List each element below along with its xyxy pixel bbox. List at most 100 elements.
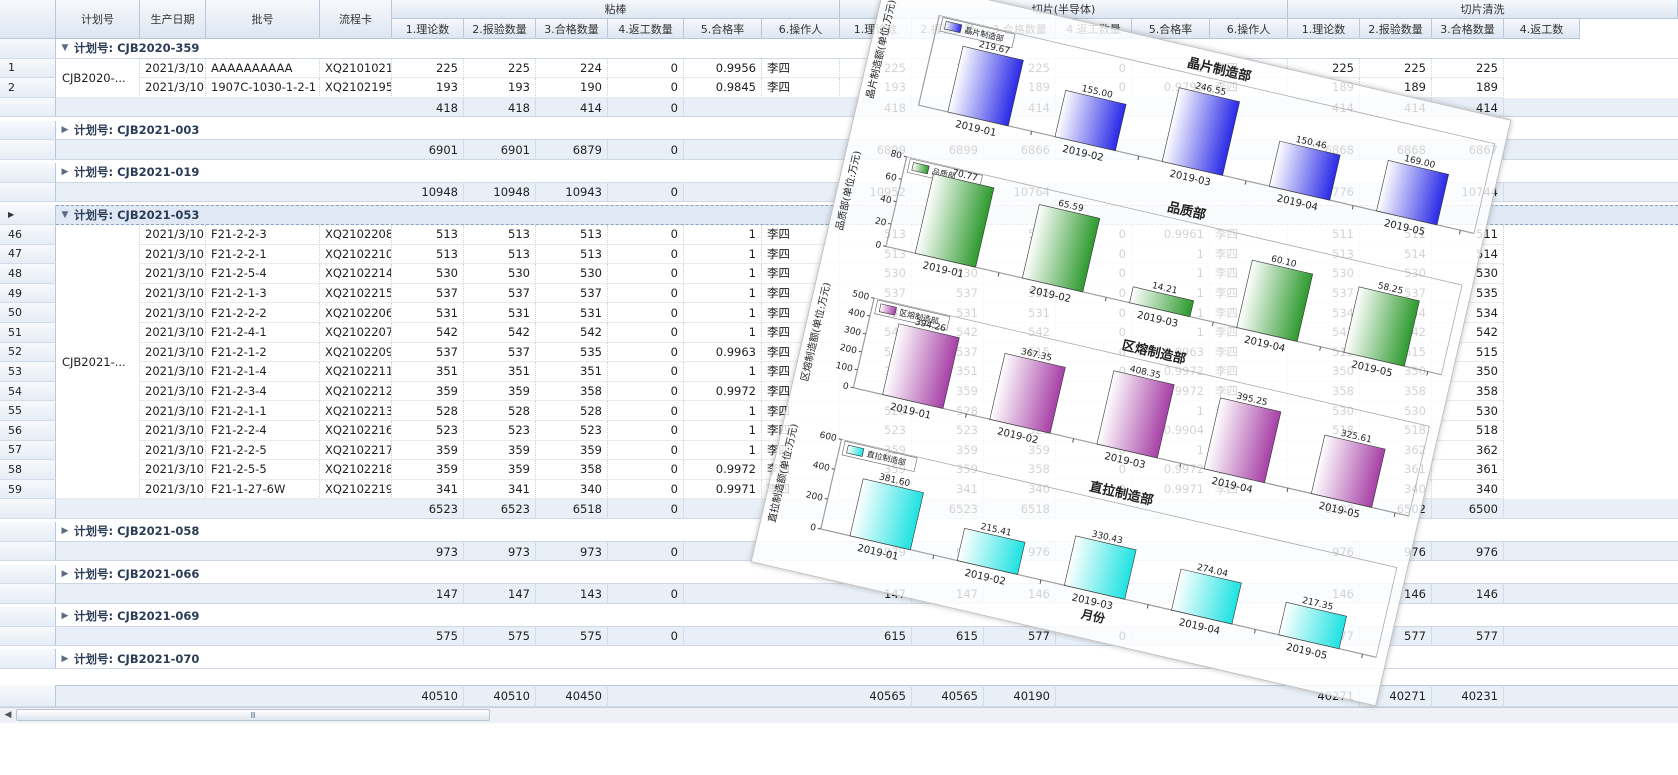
row-indicator[interactable] <box>0 39 56 59</box>
value-cell[interactable]: 513 <box>392 244 464 265</box>
value-cell[interactable]: 537 <box>392 283 464 304</box>
value-cell[interactable]: 1 <box>684 225 762 245</box>
row-number[interactable]: 55 <box>0 401 56 421</box>
value-cell[interactable]: 1 <box>684 323 762 343</box>
value-cell[interactable]: 1 <box>684 421 762 441</box>
value-cell[interactable]: 1 <box>684 440 762 461</box>
value-cell[interactable]: 189 <box>1432 78 1504 98</box>
date-cell[interactable]: 2021/3/10 <box>140 225 206 245</box>
operator-cell[interactable]: 李四 <box>762 58 840 79</box>
flow-card-cell[interactable]: XQ2102208 <box>320 225 392 245</box>
column-header-batch-no[interactable]: 批号 <box>206 0 320 39</box>
date-cell[interactable]: 2021/3/10 <box>140 244 206 265</box>
column-header-band1-5[interactable]: 5.合格率 <box>684 19 762 39</box>
flow-card-cell[interactable]: XQ2102207 <box>320 323 392 343</box>
value-cell[interactable]: 362 <box>1432 440 1504 461</box>
expand-chevron-icon[interactable]: ▶ <box>56 526 74 536</box>
date-cell[interactable]: 2021/3/10 <box>140 323 206 343</box>
batch-cell[interactable]: F21-2-4-1 <box>206 323 320 343</box>
row-indicator[interactable] <box>0 649 56 669</box>
date-cell[interactable]: 2021/3/10 <box>140 460 206 480</box>
flow-card-cell[interactable]: XQ2102213 <box>320 401 392 421</box>
value-cell[interactable]: 225 <box>1360 58 1432 79</box>
value-cell[interactable]: 513 <box>536 225 608 245</box>
date-cell[interactable]: 2021/3/10 <box>140 264 206 284</box>
row-indicator[interactable] <box>0 163 56 183</box>
expand-chevron-icon[interactable]: ▶ <box>56 569 74 579</box>
plan-no-merged-cell[interactable]: CJB2021-... <box>56 225 140 500</box>
flow-card-cell[interactable]: XQ2102209 <box>320 342 392 363</box>
row-number[interactable]: 58 <box>0 460 56 480</box>
row-indicator[interactable] <box>0 182 56 203</box>
expand-chevron-icon[interactable]: ▶ <box>56 125 74 135</box>
value-cell[interactable]: 1 <box>684 244 762 265</box>
value-cell[interactable]: 351 <box>464 362 536 382</box>
flow-card-cell[interactable]: XQ2101021 <box>320 58 392 79</box>
date-cell[interactable]: 2021/3/10 <box>140 401 206 421</box>
batch-cell[interactable]: F21-2-2-2 <box>206 303 320 323</box>
value-cell[interactable]: 193 <box>392 78 464 98</box>
value-cell[interactable]: 537 <box>536 283 608 304</box>
batch-cell[interactable]: F21-2-1-4 <box>206 362 320 382</box>
row-indicator[interactable] <box>0 97 56 118</box>
value-cell[interactable]: 0 <box>608 381 684 402</box>
collapse-chevron-icon[interactable]: ▼ <box>56 43 74 53</box>
value-cell[interactable]: 530 <box>392 264 464 284</box>
row-number[interactable]: 54 <box>0 381 56 402</box>
row-indicator[interactable] <box>0 120 56 141</box>
column-header-band1-4[interactable]: 4.返工数量 <box>608 19 684 39</box>
value-cell[interactable]: 513 <box>536 244 608 265</box>
expand-chevron-icon[interactable]: ▶ <box>56 611 74 621</box>
date-cell[interactable]: 2021/3/10 <box>140 440 206 461</box>
batch-cell[interactable]: F21-2-2-5 <box>206 440 320 461</box>
value-cell[interactable]: 0 <box>608 421 684 441</box>
value-cell[interactable]: 537 <box>464 342 536 363</box>
flow-card-cell[interactable]: XQ2102217 <box>320 440 392 461</box>
value-cell[interactable]: 359 <box>464 460 536 480</box>
flow-card-cell[interactable]: XQ2102212 <box>320 381 392 402</box>
value-cell[interactable]: 225 <box>392 58 464 79</box>
value-cell[interactable]: 341 <box>464 479 536 500</box>
value-cell[interactable]: 0 <box>608 303 684 323</box>
flow-card-cell[interactable]: XQ2102210 <box>320 244 392 265</box>
value-cell[interactable]: 513 <box>392 225 464 245</box>
row-number[interactable]: 56 <box>0 421 56 441</box>
value-cell[interactable]: 0 <box>608 401 684 421</box>
batch-cell[interactable]: F21-2-2-1 <box>206 244 320 265</box>
row-indicator[interactable] <box>0 584 56 604</box>
value-cell[interactable]: 0 <box>608 460 684 480</box>
value-cell[interactable]: 193 <box>464 78 536 98</box>
value-cell[interactable]: 359 <box>392 381 464 402</box>
value-cell[interactable]: 0 <box>608 283 684 304</box>
flow-card-cell[interactable]: XQ2102218 <box>320 460 392 480</box>
row-indicator[interactable]: ▶ <box>0 205 56 225</box>
flow-card-cell[interactable]: XQ2102214 <box>320 264 392 284</box>
value-cell[interactable]: 359 <box>536 440 608 461</box>
value-cell[interactable]: 0 <box>608 362 684 382</box>
value-cell[interactable]: 1 <box>684 283 762 304</box>
date-cell[interactable]: 2021/3/10 <box>140 342 206 363</box>
column-header-band3-4[interactable]: 4.返工数 <box>1504 19 1580 39</box>
group-row[interactable]: ▶ 计划号: CJB2021-070 <box>56 649 1678 669</box>
value-cell[interactable]: 0 <box>608 78 684 98</box>
date-cell[interactable]: 2021/3/10 <box>140 421 206 441</box>
batch-cell[interactable]: F21-2-1-3 <box>206 283 320 304</box>
date-cell[interactable]: 2021/3/10 <box>140 283 206 304</box>
flow-card-cell[interactable]: XQ2102215 <box>320 283 392 304</box>
column-header-flow-card[interactable]: 流程卡 <box>320 0 392 39</box>
value-cell[interactable]: 0.9971 <box>684 479 762 500</box>
value-cell[interactable]: 531 <box>392 303 464 323</box>
value-cell[interactable]: 0.9845 <box>684 78 762 98</box>
batch-cell[interactable]: F21-2-1-1 <box>206 401 320 421</box>
batch-cell[interactable]: F21-2-2-3 <box>206 225 320 245</box>
operator-cell[interactable]: 李四 <box>762 78 840 98</box>
value-cell[interactable]: 537 <box>464 283 536 304</box>
value-cell[interactable]: 513 <box>464 225 536 245</box>
batch-cell[interactable]: 1907C-1030-1-2-1 <box>206 78 320 98</box>
value-cell[interactable]: 523 <box>392 421 464 441</box>
flow-card-cell[interactable]: XQ2102211 <box>320 362 392 382</box>
column-header-plan-no[interactable]: 计划号 <box>56 0 140 39</box>
value-cell[interactable]: 361 <box>1432 460 1504 480</box>
row-number[interactable]: 52 <box>0 342 56 363</box>
plan-no-merged-cell[interactable]: CJB2020-... <box>56 58 140 98</box>
